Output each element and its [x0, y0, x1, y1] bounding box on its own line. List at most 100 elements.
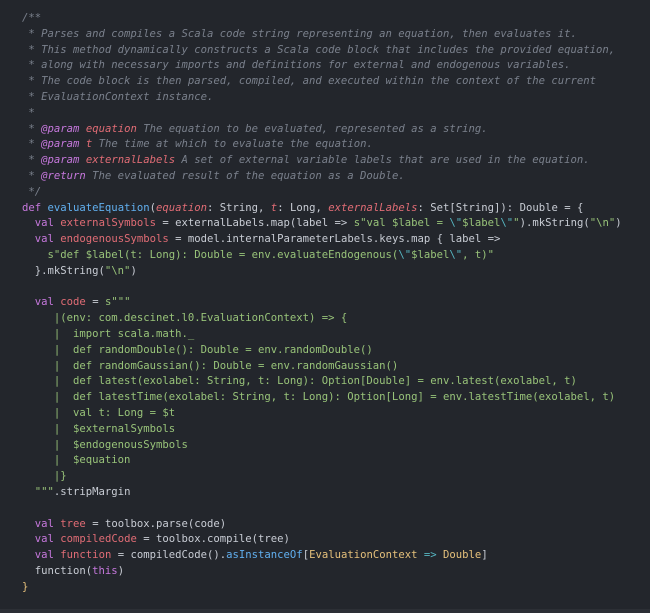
- code-line: }: [22, 580, 622, 596]
- code-line: | $externalSymbols: [22, 422, 622, 438]
- code-token: * along with necessary imports and defin…: [22, 59, 571, 72]
- code-token: val: [34, 233, 54, 246]
- code-token: compiledCode: [60, 533, 137, 546]
- code-token: = externalLabels.map(label =>: [155, 217, 354, 230]
- code-token: "\n": [104, 264, 131, 277]
- code-token: def: [22, 201, 42, 214]
- code-line: function(this): [22, 564, 622, 580]
- code-line: * along with necessary imports and defin…: [22, 58, 622, 74]
- code-token: @param: [41, 154, 80, 167]
- code-line: /**: [22, 11, 622, 27]
- code-line: * @param equation The equation to be eva…: [22, 122, 622, 138]
- code-line: * @return The evaluated result of the eq…: [22, 169, 622, 185]
- code-token: A set of external variable labels that a…: [175, 154, 590, 167]
- code-token: = toolbox.parse(code): [85, 517, 227, 530]
- code-line: | def randomDouble(): Double = env.rando…: [22, 343, 622, 359]
- code-token: .stripMargin: [53, 485, 131, 498]
- code-editor[interactable]: /** * Parses and compiles a Scala code s…: [0, 0, 650, 613]
- code-token: def randomDouble(): Double = env.randomD…: [60, 343, 373, 356]
- code-token: ]: [481, 549, 488, 562]
- code-token: val: [34, 549, 54, 562]
- code-token: s""": [104, 296, 131, 309]
- code-token: externalLabels: [328, 201, 418, 214]
- code-line: }.mkString("\n"): [22, 264, 622, 280]
- code-token: = compiledCode().: [111, 549, 227, 562]
- code-token: \": [500, 217, 514, 230]
- code-line: | def randomGaussian(): Double = env.ran…: [22, 359, 622, 375]
- code-token: tree: [60, 517, 86, 530]
- code-token: = toolbox.compile(tree): [136, 533, 290, 546]
- code-token: \": [398, 248, 412, 261]
- code-line: * The code block is then parsed, compile…: [22, 74, 622, 90]
- code-token: @return: [41, 169, 86, 182]
- code-token: \": [449, 248, 463, 261]
- code-token: evaluateEquation: [47, 201, 150, 214]
- code-token: * Parses and compiles a Scala code strin…: [22, 27, 577, 40]
- code-line: | $endogenousSymbols: [22, 438, 622, 454]
- code-line: | $equation: [22, 453, 622, 469]
- code-token: }: [22, 580, 29, 593]
- code-line: """.stripMargin: [22, 485, 622, 501]
- code-line: val tree = toolbox.parse(code): [22, 517, 622, 533]
- code-line: s"def $label(t: Long): Double = env.eval…: [22, 248, 622, 264]
- code-token: \": [449, 217, 463, 230]
- code-line: * Parses and compiles a Scala code strin…: [22, 27, 622, 43]
- code-token: : String,: [207, 201, 271, 214]
- code-token: : Long,: [277, 201, 329, 214]
- code-token: ): [615, 217, 622, 230]
- code-line: val code = s""": [22, 295, 622, 311]
- code-line: val function = compiledCode().asInstance…: [22, 548, 622, 564]
- code-token: asInstanceOf: [226, 549, 303, 562]
- code-token: ).mkString(: [519, 217, 590, 230]
- code-token: $label: [411, 248, 450, 261]
- code-line: | def latestTime(exolabel: String, t: Lo…: [22, 390, 622, 406]
- code-token: s"val $label =: [353, 217, 450, 230]
- code-token: }: [60, 470, 67, 483]
- code-block[interactable]: /** * Parses and compiles a Scala code s…: [22, 11, 622, 595]
- code-token: *: [22, 106, 35, 119]
- code-token: def latestTime(exolabel: String, t: Long…: [60, 391, 616, 404]
- code-token: EvaluationContext: [309, 549, 418, 562]
- code-line: def evaluateEquation(equation: String, t…: [22, 201, 622, 217]
- code-token: function(: [22, 564, 93, 577]
- code-token: $label: [462, 217, 501, 230]
- code-token: =: [85, 296, 105, 309]
- code-line: * @param t The time at which to evaluate…: [22, 137, 622, 153]
- code-token: * This method dynamically constructs a S…: [22, 43, 616, 56]
- code-token: *: [22, 169, 42, 182]
- code-token: this: [92, 564, 118, 577]
- code-token: def randomGaussian(): Double = env.rando…: [60, 359, 399, 372]
- code-line: val compiledCode = toolbox.compile(tree): [22, 532, 622, 548]
- code-token: The time at which to evaluate the equati…: [92, 138, 373, 151]
- code-token: }.mkString(: [22, 264, 105, 277]
- code-token: endogenousSymbols: [60, 233, 169, 246]
- code-line: |(env: com.descinet.l0.EvaluationContext…: [22, 311, 622, 327]
- code-token: $equation: [60, 454, 131, 467]
- code-token: *: [22, 122, 42, 135]
- code-token: externalSymbols: [60, 217, 156, 230]
- code-token: """: [34, 485, 54, 498]
- code-token: The evaluated result of the equation as …: [85, 169, 405, 182]
- code-line: * @param externalLabels A set of externa…: [22, 153, 622, 169]
- code-token: */: [22, 185, 42, 198]
- code-line: val externalSymbols = externalLabels.map…: [22, 216, 622, 232]
- code-token: $externalSymbols: [60, 422, 176, 435]
- code-token: (env: com.descinet.l0.EvaluationContext)…: [60, 312, 348, 325]
- code-token: def latest(exolabel: String, t: Long): O…: [60, 375, 577, 388]
- code-line: val endogenousSymbols = model.internalPa…: [22, 232, 622, 248]
- code-token: *: [22, 154, 42, 167]
